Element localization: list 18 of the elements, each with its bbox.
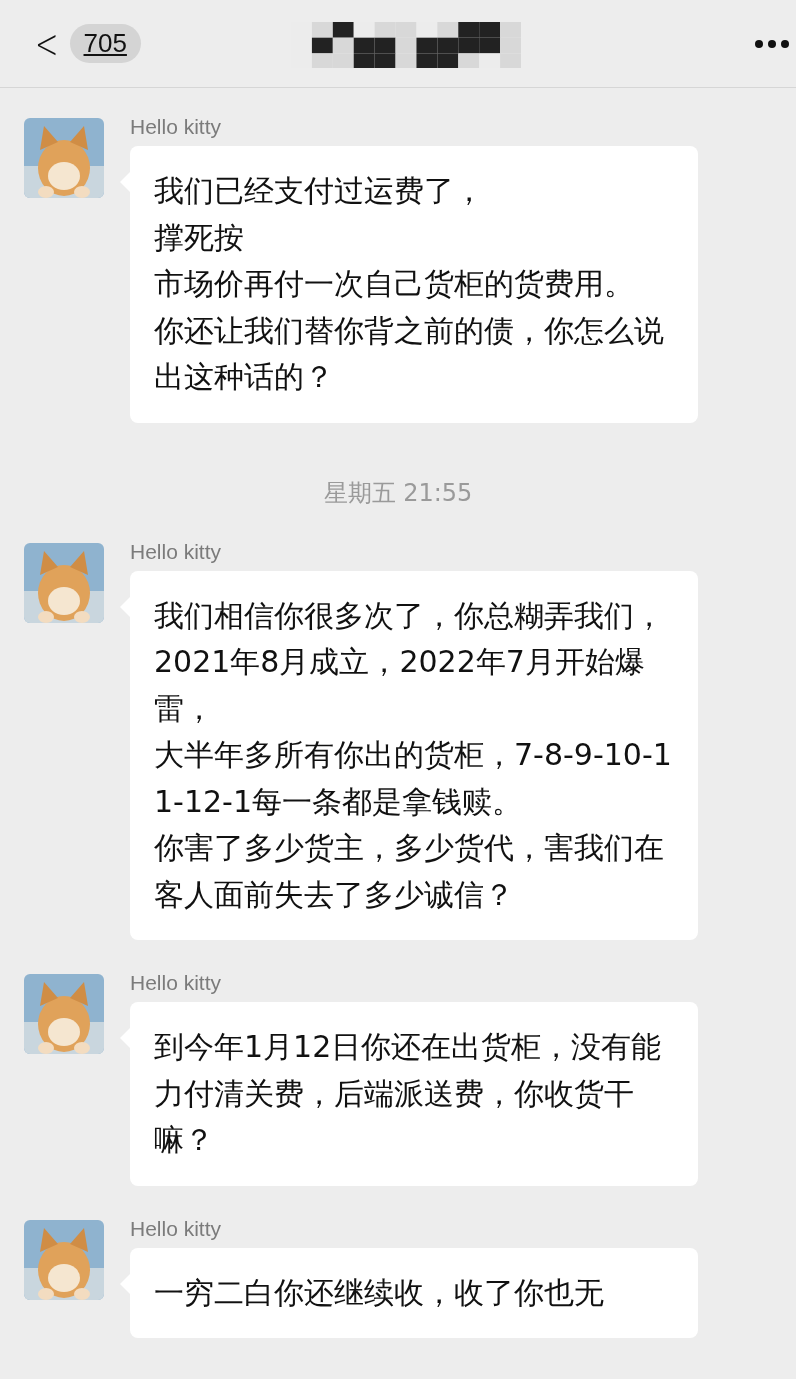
message-text: 2021年8月成立，2022年7月开始爆雷， (154, 643, 646, 728)
message-text: 大半年多所有你出的货柜，7-8-9-10-11-12-1每一条都是拿钱赎。 (154, 736, 673, 821)
sender-name: Hello kitty (130, 970, 223, 996)
message-text: 我们已经支付过运费了， (154, 172, 485, 210)
sender-name: Hello kitty (130, 538, 223, 565)
back-button[interactable]: < (35, 20, 59, 67)
sender-name: Hello kitty (130, 114, 223, 140)
message-text: 撑死按 (154, 218, 245, 257)
unread-count[interactable]: 705 (69, 24, 141, 63)
sender-name: Hello kitty (130, 1215, 223, 1242)
message-text: 我们相信你很多次了，你总糊弄我们， (154, 596, 665, 635)
timestamp: 星期五 21:55 (323, 477, 473, 509)
message-text: 到今年1月12日你还在出货柜，没有能力付清关费，后端派送费，你收货干嘛？ (154, 1028, 663, 1159)
message-text: 市场价再付一次自己货柜的货费用。 (154, 265, 635, 303)
message-text: 你害了多少货主，多少货代，害我们在客人面前失去了多少诚信？ (154, 829, 665, 914)
more-icon[interactable] (754, 38, 790, 49)
message-text: 一穷二白你还继续收，收了你也无 (154, 1273, 605, 1312)
message-text: 你还让我们替你背之前的债，你怎么说出这种话的？ (154, 311, 665, 396)
